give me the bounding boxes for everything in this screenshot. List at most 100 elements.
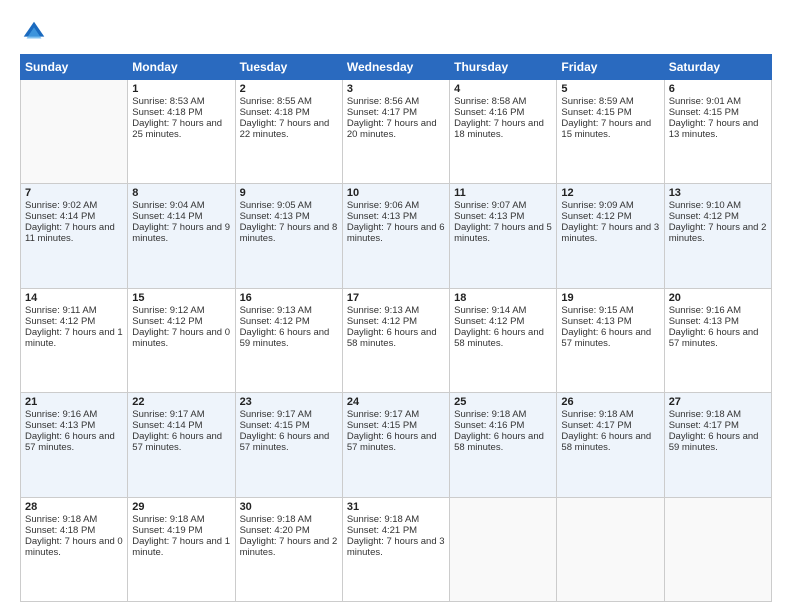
sunrise-text: Sunrise: 9:10 AM xyxy=(669,200,767,211)
logo xyxy=(20,18,52,46)
sunrise-text: Sunrise: 9:18 AM xyxy=(347,514,445,525)
daylight-text: Daylight: 6 hours and 59 minutes. xyxy=(240,327,338,349)
header xyxy=(20,18,772,46)
calendar-week-row: 28Sunrise: 9:18 AMSunset: 4:18 PMDayligh… xyxy=(21,497,772,601)
daylight-text: Daylight: 7 hours and 9 minutes. xyxy=(132,222,230,244)
day-number: 29 xyxy=(132,501,230,513)
daylight-text: Daylight: 6 hours and 57 minutes. xyxy=(561,327,659,349)
col-monday: Monday xyxy=(128,55,235,80)
daylight-text: Daylight: 7 hours and 6 minutes. xyxy=(347,222,445,244)
sunrise-text: Sunrise: 9:18 AM xyxy=(132,514,230,525)
day-number: 19 xyxy=(561,292,659,304)
sunset-text: Sunset: 4:18 PM xyxy=(132,107,230,118)
day-number: 27 xyxy=(669,396,767,408)
sunrise-text: Sunrise: 9:12 AM xyxy=(132,305,230,316)
sunrise-text: Sunrise: 9:18 AM xyxy=(561,409,659,420)
sunset-text: Sunset: 4:15 PM xyxy=(347,420,445,431)
sunset-text: Sunset: 4:15 PM xyxy=(240,420,338,431)
day-number: 28 xyxy=(25,501,123,513)
daylight-text: Daylight: 7 hours and 0 minutes. xyxy=(25,536,123,558)
table-row: 5Sunrise: 8:59 AMSunset: 4:15 PMDaylight… xyxy=(557,80,664,184)
daylight-text: Daylight: 7 hours and 2 minutes. xyxy=(240,536,338,558)
day-number: 24 xyxy=(347,396,445,408)
daylight-text: Daylight: 6 hours and 57 minutes. xyxy=(132,431,230,453)
table-row: 17Sunrise: 9:13 AMSunset: 4:12 PMDayligh… xyxy=(342,288,449,392)
table-row xyxy=(450,497,557,601)
day-number: 15 xyxy=(132,292,230,304)
table-row: 19Sunrise: 9:15 AMSunset: 4:13 PMDayligh… xyxy=(557,288,664,392)
sunset-text: Sunset: 4:13 PM xyxy=(240,211,338,222)
table-row: 10Sunrise: 9:06 AMSunset: 4:13 PMDayligh… xyxy=(342,184,449,288)
daylight-text: Daylight: 6 hours and 58 minutes. xyxy=(454,327,552,349)
table-row: 16Sunrise: 9:13 AMSunset: 4:12 PMDayligh… xyxy=(235,288,342,392)
sunset-text: Sunset: 4:12 PM xyxy=(561,211,659,222)
daylight-text: Daylight: 7 hours and 1 minute. xyxy=(132,536,230,558)
col-thursday: Thursday xyxy=(450,55,557,80)
table-row: 20Sunrise: 9:16 AMSunset: 4:13 PMDayligh… xyxy=(664,288,771,392)
table-row: 30Sunrise: 9:18 AMSunset: 4:20 PMDayligh… xyxy=(235,497,342,601)
col-friday: Friday xyxy=(557,55,664,80)
sunset-text: Sunset: 4:17 PM xyxy=(347,107,445,118)
day-number: 11 xyxy=(454,187,552,199)
table-row: 14Sunrise: 9:11 AMSunset: 4:12 PMDayligh… xyxy=(21,288,128,392)
logo-icon xyxy=(20,18,48,46)
table-row: 24Sunrise: 9:17 AMSunset: 4:15 PMDayligh… xyxy=(342,393,449,497)
sunrise-text: Sunrise: 9:13 AM xyxy=(240,305,338,316)
daylight-text: Daylight: 6 hours and 57 minutes. xyxy=(240,431,338,453)
sunset-text: Sunset: 4:13 PM xyxy=(347,211,445,222)
table-row: 22Sunrise: 9:17 AMSunset: 4:14 PMDayligh… xyxy=(128,393,235,497)
table-row: 8Sunrise: 9:04 AMSunset: 4:14 PMDaylight… xyxy=(128,184,235,288)
day-number: 7 xyxy=(25,187,123,199)
sunrise-text: Sunrise: 8:53 AM xyxy=(132,96,230,107)
table-row xyxy=(21,80,128,184)
sunset-text: Sunset: 4:12 PM xyxy=(669,211,767,222)
daylight-text: Daylight: 7 hours and 13 minutes. xyxy=(669,118,767,140)
sunrise-text: Sunrise: 9:02 AM xyxy=(25,200,123,211)
day-number: 30 xyxy=(240,501,338,513)
daylight-text: Daylight: 7 hours and 25 minutes. xyxy=(132,118,230,140)
day-number: 22 xyxy=(132,396,230,408)
table-row: 27Sunrise: 9:18 AMSunset: 4:17 PMDayligh… xyxy=(664,393,771,497)
daylight-text: Daylight: 6 hours and 57 minutes. xyxy=(25,431,123,453)
col-tuesday: Tuesday xyxy=(235,55,342,80)
sunset-text: Sunset: 4:13 PM xyxy=(25,420,123,431)
sunrise-text: Sunrise: 9:06 AM xyxy=(347,200,445,211)
daylight-text: Daylight: 7 hours and 15 minutes. xyxy=(561,118,659,140)
day-number: 13 xyxy=(669,187,767,199)
sunrise-text: Sunrise: 9:17 AM xyxy=(240,409,338,420)
table-row: 29Sunrise: 9:18 AMSunset: 4:19 PMDayligh… xyxy=(128,497,235,601)
day-number: 17 xyxy=(347,292,445,304)
sunset-text: Sunset: 4:15 PM xyxy=(561,107,659,118)
day-number: 20 xyxy=(669,292,767,304)
sunrise-text: Sunrise: 9:11 AM xyxy=(25,305,123,316)
table-row: 7Sunrise: 9:02 AMSunset: 4:14 PMDaylight… xyxy=(21,184,128,288)
daylight-text: Daylight: 7 hours and 11 minutes. xyxy=(25,222,123,244)
sunrise-text: Sunrise: 9:15 AM xyxy=(561,305,659,316)
day-number: 6 xyxy=(669,83,767,95)
sunset-text: Sunset: 4:15 PM xyxy=(669,107,767,118)
sunrise-text: Sunrise: 9:18 AM xyxy=(669,409,767,420)
day-number: 14 xyxy=(25,292,123,304)
calendar-week-row: 1Sunrise: 8:53 AMSunset: 4:18 PMDaylight… xyxy=(21,80,772,184)
day-number: 23 xyxy=(240,396,338,408)
sunset-text: Sunset: 4:12 PM xyxy=(347,316,445,327)
table-row: 2Sunrise: 8:55 AMSunset: 4:18 PMDaylight… xyxy=(235,80,342,184)
daylight-text: Daylight: 7 hours and 18 minutes. xyxy=(454,118,552,140)
table-row: 31Sunrise: 9:18 AMSunset: 4:21 PMDayligh… xyxy=(342,497,449,601)
sunset-text: Sunset: 4:13 PM xyxy=(561,316,659,327)
day-number: 2 xyxy=(240,83,338,95)
daylight-text: Daylight: 7 hours and 8 minutes. xyxy=(240,222,338,244)
daylight-text: Daylight: 7 hours and 3 minutes. xyxy=(561,222,659,244)
sunrise-text: Sunrise: 9:13 AM xyxy=(347,305,445,316)
sunset-text: Sunset: 4:14 PM xyxy=(132,211,230,222)
sunrise-text: Sunrise: 9:18 AM xyxy=(240,514,338,525)
sunrise-text: Sunrise: 9:18 AM xyxy=(25,514,123,525)
day-number: 25 xyxy=(454,396,552,408)
day-number: 5 xyxy=(561,83,659,95)
sunrise-text: Sunrise: 9:09 AM xyxy=(561,200,659,211)
sunrise-text: Sunrise: 9:04 AM xyxy=(132,200,230,211)
sunrise-text: Sunrise: 8:56 AM xyxy=(347,96,445,107)
day-number: 26 xyxy=(561,396,659,408)
col-wednesday: Wednesday xyxy=(342,55,449,80)
daylight-text: Daylight: 7 hours and 2 minutes. xyxy=(669,222,767,244)
